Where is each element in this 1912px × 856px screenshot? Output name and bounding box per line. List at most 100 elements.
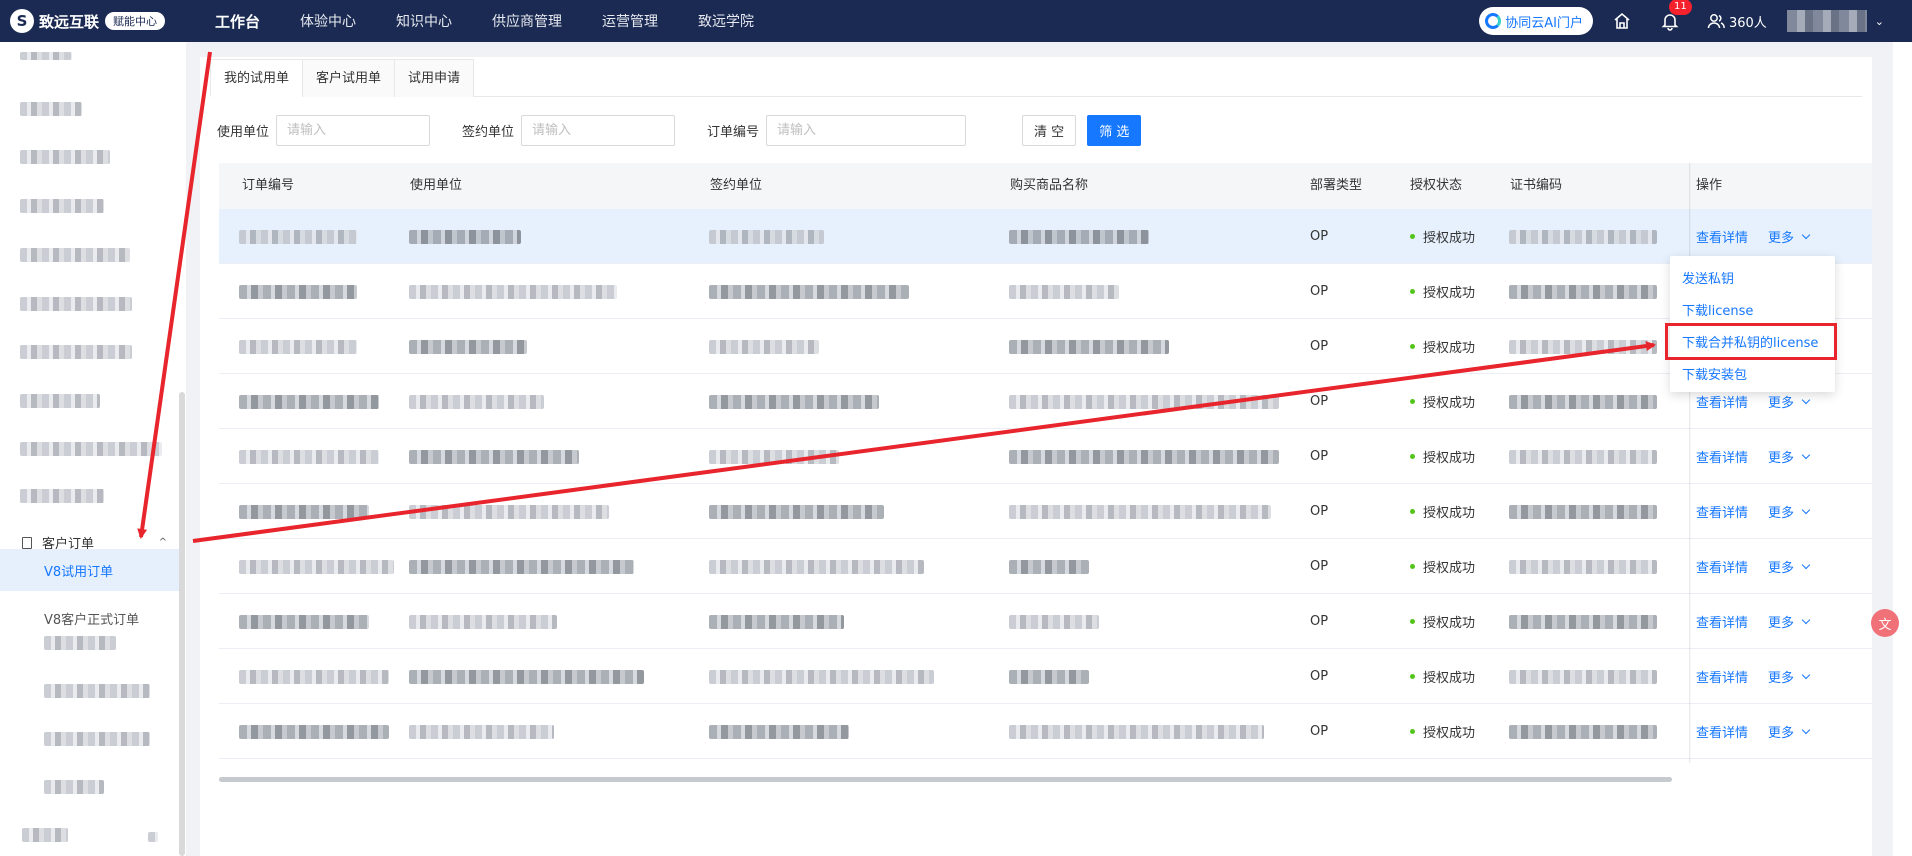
sidebar-item-redacted[interactable] xyxy=(44,636,116,650)
cell-deploy-type: OP xyxy=(1310,614,1329,629)
cell-deploy-type: OP xyxy=(1310,724,1329,739)
use-unit-input[interactable] xyxy=(276,115,431,146)
sidebar-item-redacted[interactable] xyxy=(22,828,68,842)
sidebar-item-redacted[interactable] xyxy=(20,52,72,60)
translate-icon[interactable]: 文 xyxy=(1871,609,1899,637)
status-text: 授权成功 xyxy=(1423,341,1476,356)
view-details-link[interactable]: 查看详情 xyxy=(1696,612,1748,631)
sidebar-item-redacted[interactable] xyxy=(20,102,82,116)
sidebar-item-redacted[interactable] xyxy=(20,442,162,456)
cell-actions: 查看详情 更多 xyxy=(1696,649,1811,704)
home-icon[interactable] xyxy=(1611,10,1633,32)
sidebar-scrollbar[interactable] xyxy=(179,392,185,856)
sidebar-item-redacted[interactable] xyxy=(20,394,100,408)
notification-badge: 11 xyxy=(1668,0,1692,15)
sidebar-item-redacted[interactable] xyxy=(20,248,130,262)
bell-icon[interactable]: 11 xyxy=(1659,0,1692,32)
sidebar-item-redacted[interactable] xyxy=(44,780,104,794)
table-row[interactable]: OP授权成功查看详情更多 xyxy=(219,209,1872,264)
sidebar-collapse-icon[interactable] xyxy=(148,832,158,842)
more-actions-button[interactable]: 更多 xyxy=(1768,392,1811,411)
table-row[interactable]: OP授权成功查看详情更多 xyxy=(219,374,1872,429)
more-label: 更多 xyxy=(1768,231,1795,246)
nav-operations-management[interactable]: 运营管理 xyxy=(602,11,658,31)
brand-name: 致远互联 xyxy=(39,12,100,31)
sidebar-item-v8-customer-orders[interactable]: V8客户正式订单 xyxy=(0,597,180,639)
menu-download-license[interactable]: 下载license xyxy=(1682,300,1753,319)
table-row[interactable]: OP授权成功查看详情更多 xyxy=(219,484,1872,539)
view-details-link[interactable]: 查看详情 xyxy=(1696,227,1748,246)
document-icon xyxy=(22,536,32,549)
online-users[interactable]: 360人 xyxy=(1707,12,1767,31)
brand-badge[interactable]: 赋能中心 xyxy=(105,12,166,30)
avatar[interactable] xyxy=(1786,10,1867,32)
cell-sign-unit xyxy=(709,704,849,759)
view-details-link[interactable]: 查看详情 xyxy=(1696,392,1748,411)
order-no-input[interactable] xyxy=(766,115,967,146)
cell-sign-unit xyxy=(709,429,839,484)
sidebar-item-redacted[interactable] xyxy=(20,297,132,311)
view-details-link[interactable]: 查看详情 xyxy=(1696,557,1748,576)
table-row[interactable]: OP授权成功查看详情更多 xyxy=(219,649,1872,704)
table-row[interactable]: OP授权成功查看详情更多 xyxy=(219,704,1872,759)
sidebar-item-redacted[interactable] xyxy=(20,489,104,503)
main-nav: 工作台 体验中心 知识中心 供应商管理 运营管理 致远学院 xyxy=(215,11,794,32)
tab-trial-application[interactable]: 试用申请 xyxy=(394,59,475,97)
cell-cert-code xyxy=(1509,704,1657,759)
more-actions-button[interactable]: 更多 xyxy=(1768,612,1811,631)
chevron-down-icon[interactable]: ⌄ xyxy=(1875,15,1884,28)
nav-workbench[interactable]: 工作台 xyxy=(215,11,260,32)
table-horizontal-scrollbar[interactable] xyxy=(219,777,1672,782)
chevron-down-icon xyxy=(1801,505,1811,514)
clear-button[interactable]: 清 空 xyxy=(1022,115,1077,146)
view-details-link[interactable]: 查看详情 xyxy=(1696,502,1748,521)
sidebar-item-redacted[interactable] xyxy=(20,345,132,359)
table-row[interactable]: OP授权成功查看详情更多 xyxy=(219,429,1872,484)
view-details-link[interactable]: 查看详情 xyxy=(1696,447,1748,466)
sign-unit-input[interactable] xyxy=(521,115,676,146)
view-details-link[interactable]: 查看详情 xyxy=(1696,667,1748,686)
filter-button[interactable]: 筛 选 xyxy=(1087,115,1142,146)
sidebar-item-v8-trial-orders[interactable]: V8试用订单 xyxy=(0,549,180,591)
sidebar-item-redacted[interactable] xyxy=(44,732,150,746)
users-icon xyxy=(1707,14,1725,29)
nav-experience-center[interactable]: 体验中心 xyxy=(300,11,356,31)
annotation-highlight-box xyxy=(1665,323,1837,360)
menu-download-installer[interactable]: 下载安装包 xyxy=(1682,364,1747,383)
view-details-link[interactable]: 查看详情 xyxy=(1696,722,1748,741)
ai-logo-icon xyxy=(1485,13,1502,29)
tab-my-trial-orders[interactable]: 我的试用单 xyxy=(210,59,304,97)
cell-product-name xyxy=(1009,429,1279,484)
more-actions-button[interactable]: 更多 xyxy=(1768,447,1811,466)
table-row[interactable]: OP授权成功查看详情更多 xyxy=(219,594,1872,649)
redacted-text xyxy=(239,669,389,684)
nav-seeyon-academy[interactable]: 致远学院 xyxy=(698,11,754,31)
chevron-down-icon xyxy=(1801,395,1811,404)
status-text: 授权成功 xyxy=(1423,231,1476,246)
col-use-unit: 使用单位 xyxy=(410,178,463,193)
status-dot-icon xyxy=(1410,509,1415,514)
more-actions-button[interactable]: 更多 xyxy=(1768,502,1811,521)
nav-knowledge-center[interactable]: 知识中心 xyxy=(396,11,452,31)
tab-customer-trial-orders[interactable]: 客户试用单 xyxy=(302,59,396,97)
order-no-label: 订单编号 xyxy=(707,125,760,140)
more-actions-button[interactable]: 更多 xyxy=(1768,557,1811,576)
status-text: 授权成功 xyxy=(1423,561,1476,576)
menu-send-private-key[interactable]: 发送私钥 xyxy=(1682,268,1734,287)
sidebar-item-redacted[interactable] xyxy=(20,150,110,164)
more-actions-button[interactable]: 更多 xyxy=(1768,667,1811,686)
table-row[interactable]: OP授权成功查看详情更多 xyxy=(219,264,1872,319)
chevron-down-icon xyxy=(1801,230,1811,239)
sign-unit-label: 签约单位 xyxy=(462,125,515,140)
table-row[interactable]: OP授权成功查看详情更多 xyxy=(219,539,1872,594)
sidebar-item-redacted[interactable] xyxy=(20,199,104,213)
cell-sign-unit xyxy=(709,319,819,374)
more-actions-button[interactable]: 更多 xyxy=(1768,227,1811,246)
sidebar-item-redacted[interactable] xyxy=(44,684,150,698)
ai-portal-button[interactable]: 协同云AI门户 xyxy=(1479,7,1593,35)
brand[interactable]: S 致远互联 赋能中心 xyxy=(10,9,200,33)
table-row[interactable]: OP授权成功查看详情更多 xyxy=(219,319,1872,374)
redacted-text xyxy=(709,559,924,574)
nav-supplier-management[interactable]: 供应商管理 xyxy=(492,11,562,31)
more-actions-button[interactable]: 更多 xyxy=(1768,722,1811,741)
